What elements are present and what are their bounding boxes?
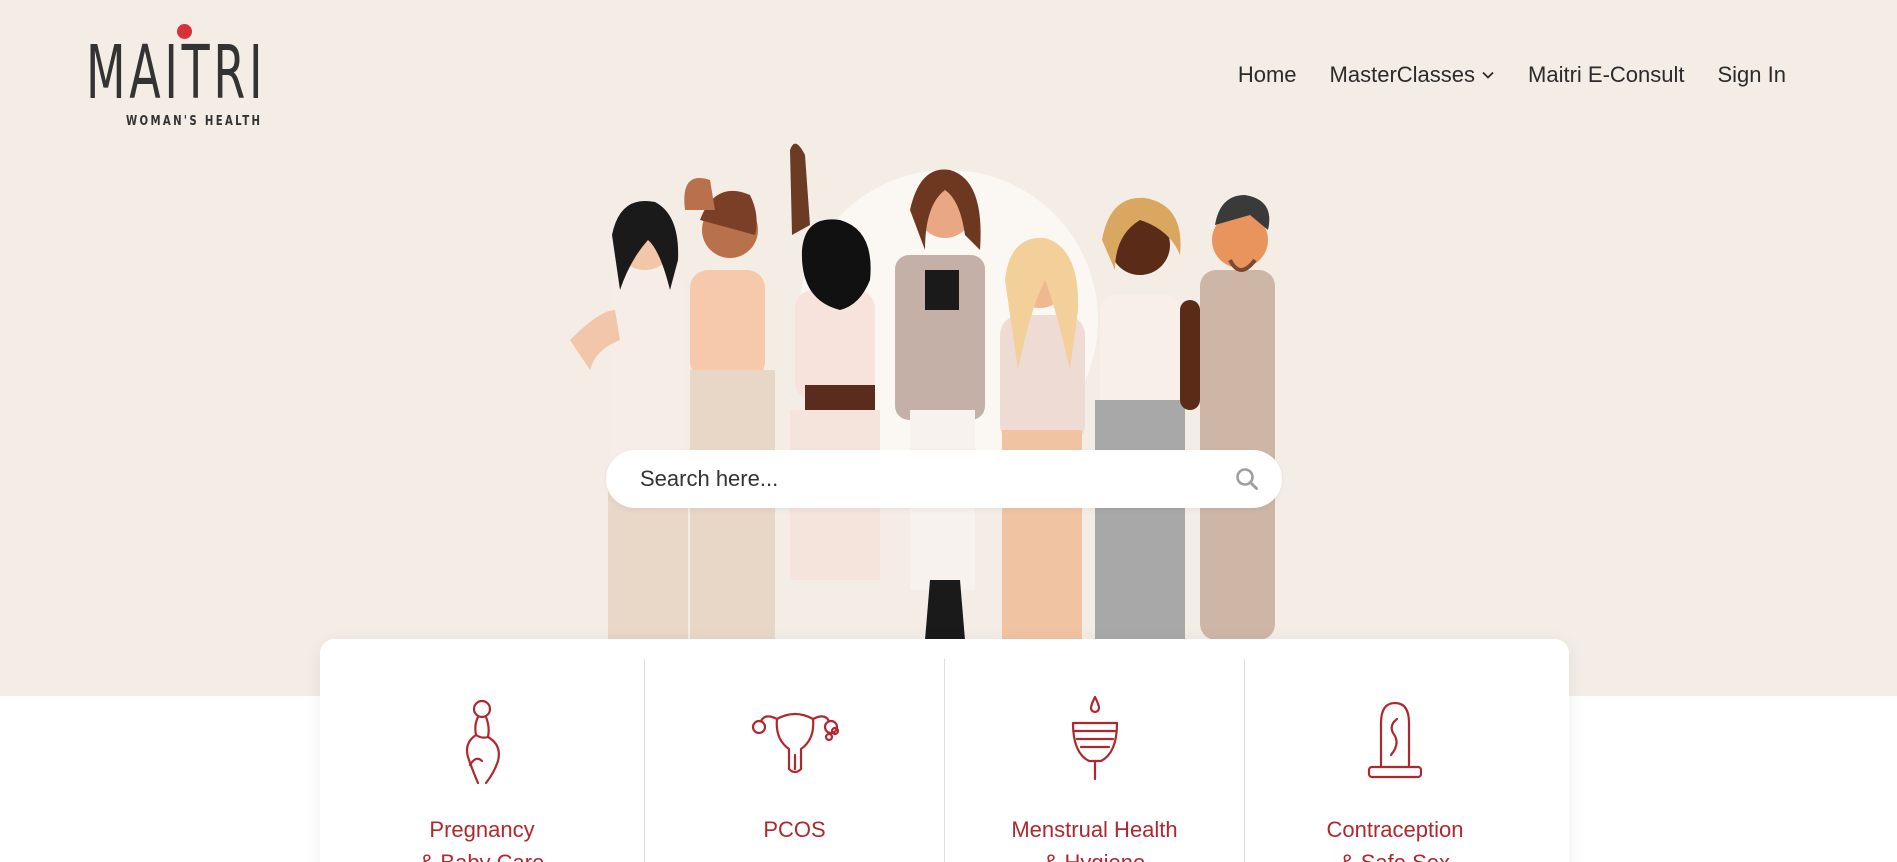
- logo-dot: [177, 24, 192, 39]
- nav-sign-in[interactable]: Sign In: [1718, 62, 1787, 88]
- condom-icon: [1367, 701, 1423, 779]
- main-nav: Home MasterClasses Maitri E-Consult Sign…: [1238, 62, 1786, 88]
- search-icon[interactable]: [1234, 466, 1260, 492]
- category-card: Pregnancy & Baby Care PCOS Menstrual Hea…: [320, 639, 1569, 862]
- nav-masterclasses[interactable]: MasterClasses: [1330, 62, 1495, 88]
- category-label: Contraception & Safe Sex: [1326, 817, 1464, 862]
- logo[interactable]: MAITRI WOMAN'S HEALTH: [86, 22, 296, 132]
- uterus-icon: [751, 712, 839, 774]
- logo-wordmark: MAITRI: [86, 30, 267, 116]
- category-label: Menstrual Health & Hygiene: [1011, 817, 1178, 862]
- logo-tagline: WOMAN'S HEALTH: [126, 114, 263, 129]
- women-group-illustration: [570, 143, 1275, 640]
- category-pcos[interactable]: PCOS: [645, 659, 945, 862]
- nav-e-consult[interactable]: Maitri E-Consult: [1528, 62, 1684, 88]
- pregnant-woman-icon: [465, 699, 500, 785]
- search-input[interactable]: [606, 450, 1196, 508]
- category-menstrual[interactable]: Menstrual Health & Hygiene: [945, 659, 1245, 862]
- category-label: Pregnancy & Baby Care: [420, 817, 545, 862]
- menstrual-cup-icon: [1071, 695, 1118, 781]
- category-label: PCOS: [763, 817, 826, 842]
- nav-home[interactable]: Home: [1238, 62, 1297, 88]
- search-bar: [606, 450, 1282, 508]
- category-pregnancy[interactable]: Pregnancy & Baby Care: [320, 659, 645, 862]
- chevron-down-icon: [1482, 71, 1494, 79]
- hero-section: MAITRI WOMAN'S HEALTH Home MasterClasses…: [0, 0, 1897, 696]
- category-contraception[interactable]: Contraception & Safe Sex: [1245, 659, 1545, 862]
